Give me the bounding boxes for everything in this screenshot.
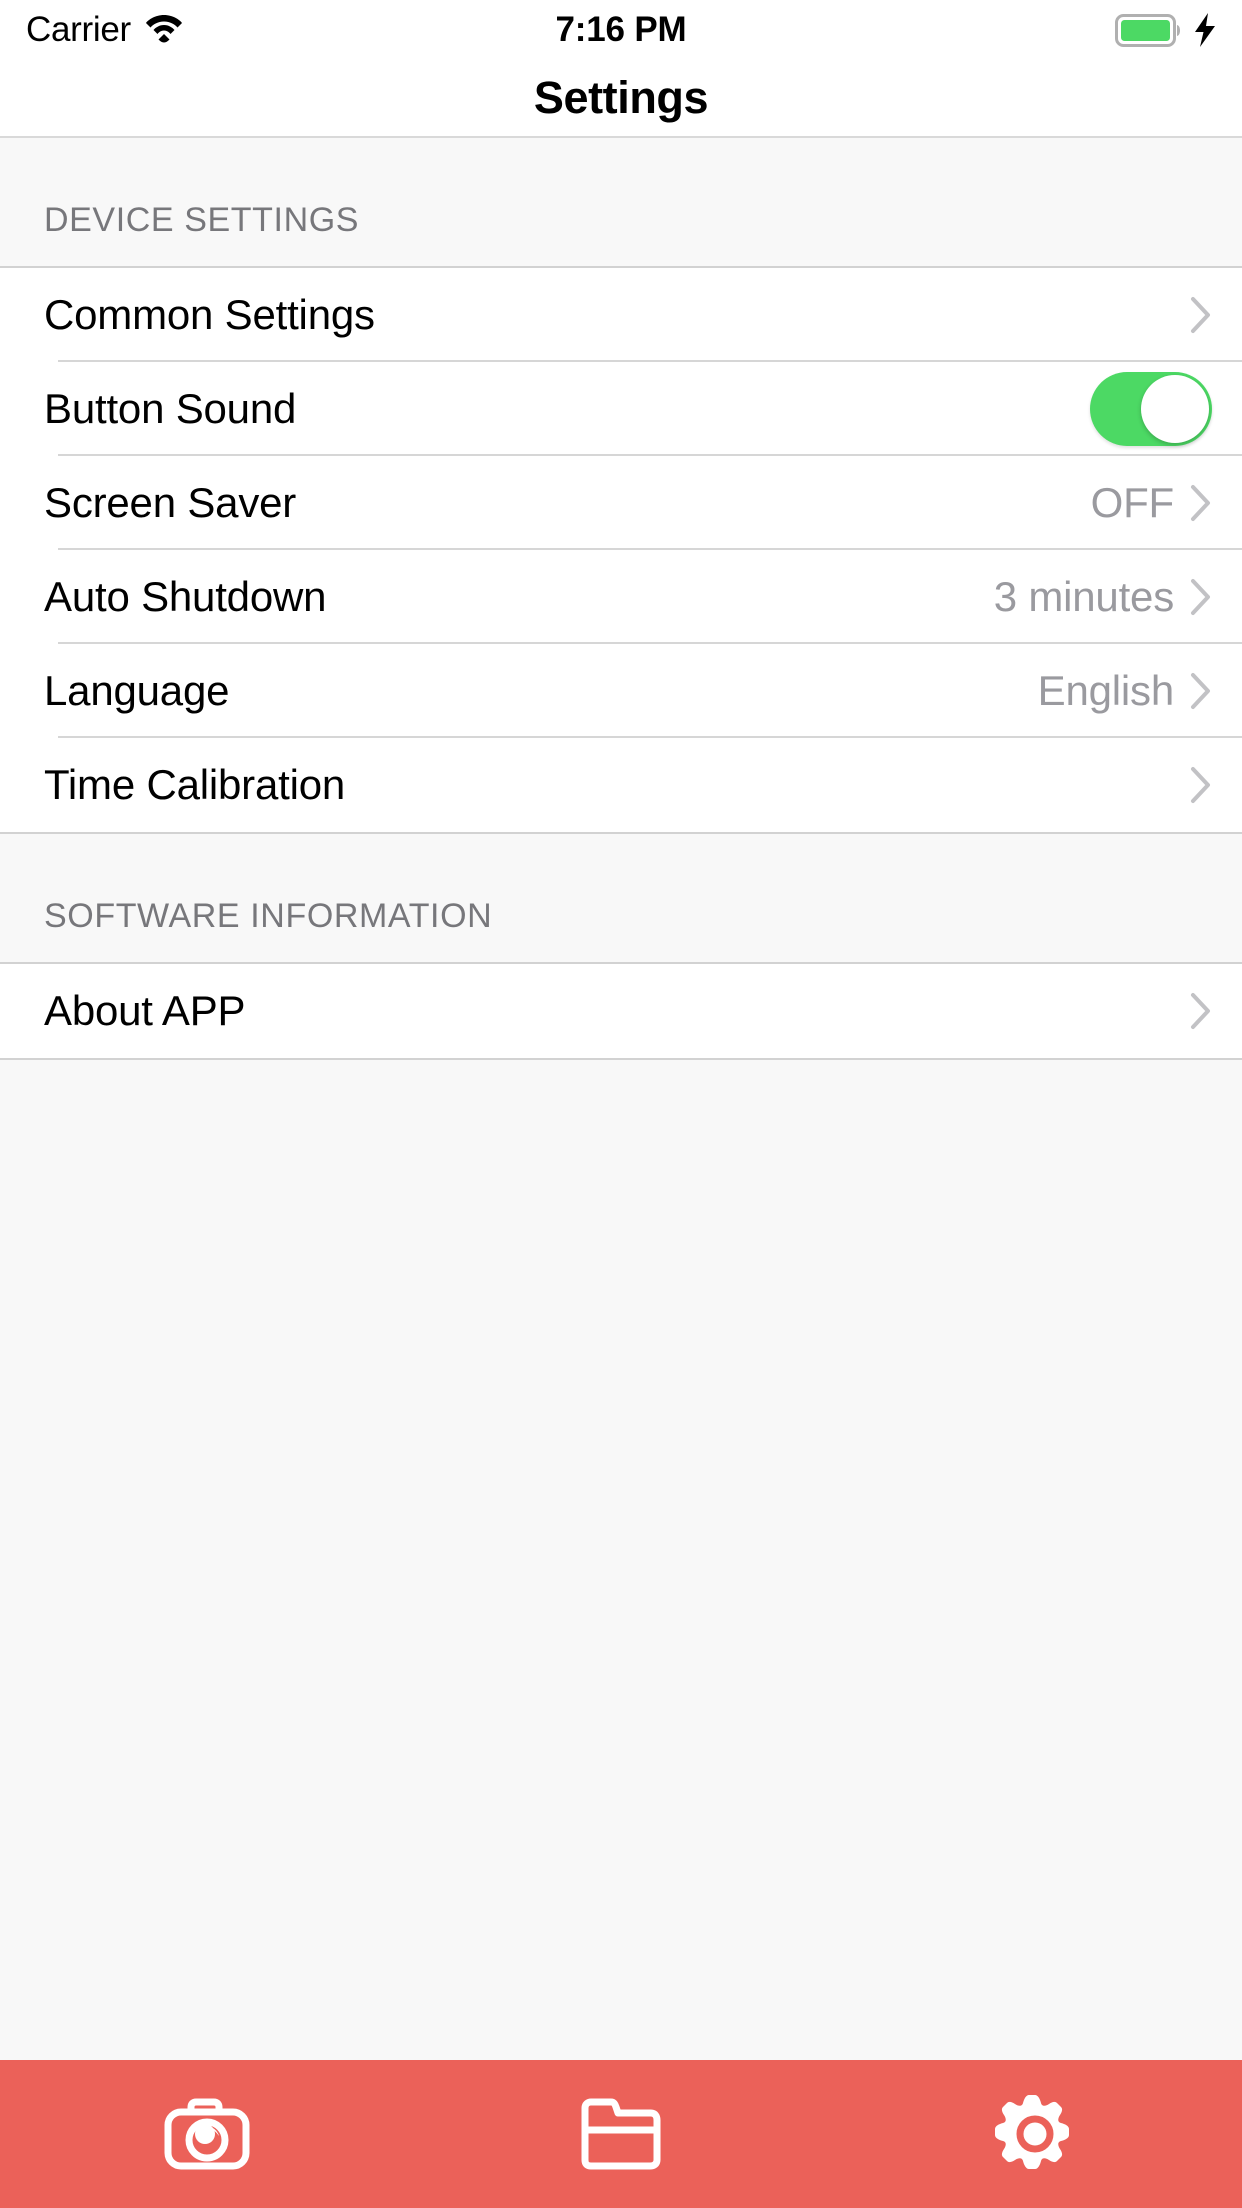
settings-list[interactable]: DEVICE SETTINGS Common Settings Button S… — [0, 138, 1242, 2060]
row-accessory: English — [1038, 667, 1212, 715]
chevron-right-icon — [1190, 484, 1212, 522]
toggle-knob — [1141, 375, 1209, 443]
row-label: Auto Shutdown — [44, 573, 327, 620]
chevron-right-icon — [1190, 578, 1212, 616]
empty-space — [0, 1060, 1242, 2060]
row-accessory — [1190, 296, 1212, 334]
row-time-calibration[interactable]: Time Calibration — [0, 738, 1242, 832]
row-label: Screen Saver — [44, 479, 297, 526]
tab-settings[interactable] — [828, 2060, 1242, 2208]
section-header-software-information: SOFTWARE INFORMATION — [0, 834, 1242, 964]
chevron-right-icon — [1190, 766, 1212, 804]
row-value: OFF — [1090, 479, 1175, 526]
section-group-software-information: About APP — [0, 964, 1242, 1060]
lightning-bolt-icon — [1192, 13, 1218, 47]
gear-icon — [993, 2092, 1077, 2176]
row-value: 3 minutes — [993, 573, 1174, 620]
row-label: Time Calibration — [44, 761, 346, 808]
camera-icon — [164, 2098, 250, 2170]
battery-full-icon — [1115, 13, 1184, 47]
row-accessory — [1190, 766, 1212, 804]
row-label: Button Sound — [44, 385, 297, 432]
section-header-label: SOFTWARE INFORMATION — [44, 897, 493, 935]
navigation-bar: Settings — [0, 60, 1242, 138]
tab-bar — [0, 2060, 1242, 2208]
row-accessory — [1090, 372, 1212, 446]
clock-label: 7:16 PM — [555, 10, 687, 49]
section-group-device-settings: Common Settings Button Sound Screen Save… — [0, 268, 1242, 834]
row-button-sound[interactable]: Button Sound — [0, 362, 1242, 456]
folder-icon — [579, 2098, 663, 2170]
chevron-right-icon — [1190, 992, 1212, 1030]
section-header-device-settings: DEVICE SETTINGS — [0, 138, 1242, 268]
tab-camera[interactable] — [0, 2060, 414, 2208]
row-label: Language — [44, 667, 230, 714]
row-label: Common Settings — [44, 291, 375, 338]
tab-folder[interactable] — [414, 2060, 828, 2208]
button-sound-toggle[interactable] — [1090, 372, 1212, 446]
status-bar-right — [1115, 0, 1218, 60]
chevron-right-icon — [1190, 296, 1212, 334]
row-accessory: OFF — [1091, 479, 1212, 527]
chevron-right-icon — [1190, 672, 1212, 710]
row-value: English — [1037, 667, 1175, 714]
row-auto-shutdown[interactable]: Auto Shutdown 3 minutes — [0, 550, 1242, 644]
row-accessory — [1190, 992, 1212, 1030]
row-common-settings[interactable]: Common Settings — [0, 268, 1242, 362]
row-screen-saver[interactable]: Screen Saver OFF — [0, 456, 1242, 550]
status-bar: Carrier 7:16 PM — [0, 0, 1242, 60]
row-about-app[interactable]: About APP — [0, 964, 1242, 1058]
section-header-label: DEVICE SETTINGS — [44, 201, 360, 239]
page-title: Settings — [533, 72, 709, 123]
row-language[interactable]: Language English — [0, 644, 1242, 738]
row-label: About APP — [44, 987, 246, 1034]
status-bar-center: 7:16 PM — [0, 0, 1242, 60]
row-accessory: 3 minutes — [994, 573, 1212, 621]
phone-screen: Carrier 7:16 PM Settings DEVICE SETTINGS… — [0, 0, 1242, 2208]
